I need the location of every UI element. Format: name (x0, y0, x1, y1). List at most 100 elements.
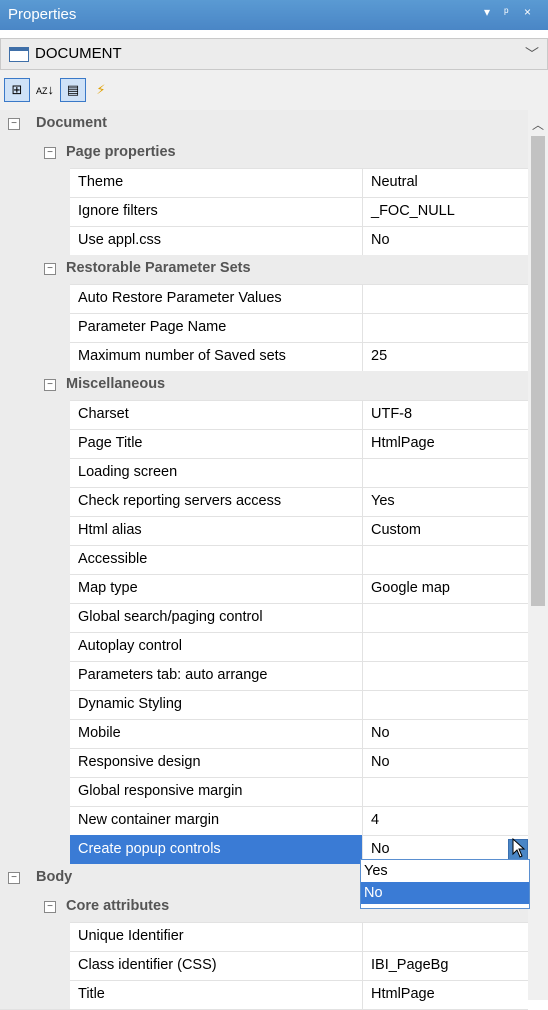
property-name[interactable]: Parameters tab: auto arrange (70, 661, 362, 690)
property-row[interactable]: Parameter Page Name (0, 313, 528, 343)
property-value[interactable]: Neutral (362, 168, 528, 197)
category-row[interactable]: − Document (0, 110, 528, 140)
alphabetical-icon[interactable]: AZ↓ (32, 78, 58, 102)
property-value[interactable]: No (362, 719, 528, 748)
property-name[interactable]: Create popup controls (70, 835, 362, 864)
property-row[interactable]: Global search/paging control (0, 603, 528, 633)
subcategory-row[interactable]: − Restorable Parameter Sets (0, 255, 528, 285)
property-row[interactable]: Dynamic Styling (0, 690, 528, 720)
property-name[interactable]: Class identifier (CSS) (70, 951, 362, 980)
property-row[interactable]: Map type Google map (0, 574, 528, 604)
property-name[interactable]: Dynamic Styling (70, 690, 362, 719)
property-row[interactable]: Accessible (0, 545, 528, 575)
collapse-icon[interactable]: − (44, 901, 56, 913)
property-value[interactable]: HtmlPage (362, 429, 528, 458)
property-row[interactable]: Title HtmlPage (0, 980, 528, 1010)
property-value[interactable]: Custom (362, 516, 528, 545)
close-icon[interactable]: × (524, 5, 531, 19)
property-name[interactable]: Auto Restore Parameter Values (70, 284, 362, 313)
property-name[interactable]: Global search/paging control (70, 603, 362, 632)
property-value[interactable]: IBI_PageBg (362, 951, 528, 980)
property-value[interactable]: 4 (362, 806, 528, 835)
chevron-down-icon[interactable]: ﹀ (525, 44, 539, 64)
property-name[interactable]: Accessible (70, 545, 362, 574)
property-value[interactable] (362, 661, 528, 690)
property-name[interactable]: Page Title (70, 429, 362, 458)
dropdown-option-yes[interactable]: Yes (361, 860, 529, 882)
property-value[interactable]: HtmlPage (362, 980, 528, 1009)
property-row[interactable]: Page Title HtmlPage (0, 429, 528, 459)
property-row[interactable]: New container margin 4 (0, 806, 528, 836)
property-value[interactable]: _FOC_NULL (362, 197, 528, 226)
dropdown-arrow-icon[interactable]: ▾ (484, 5, 490, 19)
property-row[interactable]: Charset UTF-8 (0, 400, 528, 430)
property-row[interactable]: Parameters tab: auto arrange (0, 661, 528, 691)
property-row[interactable]: Ignore filters _FOC_NULL (0, 197, 528, 227)
property-value[interactable]: Yes (362, 487, 528, 516)
property-value[interactable] (362, 690, 528, 719)
properties-page-icon[interactable]: ▤ (60, 78, 86, 102)
property-name[interactable]: Charset (70, 400, 362, 429)
dropdown-option-no[interactable]: No (361, 882, 529, 904)
property-value[interactable]: No (362, 748, 528, 777)
row-gutter (0, 313, 70, 342)
property-name[interactable]: Title (70, 980, 362, 1009)
property-value[interactable] (362, 458, 528, 487)
collapse-icon[interactable]: − (8, 118, 20, 130)
collapse-icon[interactable]: − (44, 379, 56, 391)
property-row[interactable]: Html alias Custom (0, 516, 528, 546)
property-row[interactable]: Class identifier (CSS) IBI_PageBg (0, 951, 528, 981)
collapse-icon[interactable]: − (44, 263, 56, 275)
property-name[interactable]: Unique Identifier (70, 922, 362, 951)
property-name[interactable]: Html alias (70, 516, 362, 545)
property-row[interactable]: Auto Restore Parameter Values (0, 284, 528, 314)
property-value[interactable]: Google map (362, 574, 528, 603)
property-value[interactable]: No (362, 226, 528, 255)
collapse-icon[interactable]: − (44, 147, 56, 159)
property-value[interactable]: UTF-8 (362, 400, 528, 429)
scroll-up-icon[interactable]: ︿ (532, 116, 544, 133)
property-row[interactable]: Mobile No (0, 719, 528, 749)
property-value[interactable] (362, 632, 528, 661)
property-value[interactable] (362, 313, 528, 342)
property-value[interactable] (362, 777, 528, 806)
property-name[interactable]: Maximum number of Saved sets (70, 342, 362, 371)
scrollbar-thumb[interactable] (531, 136, 545, 606)
vertical-scrollbar[interactable]: ︿ (528, 110, 548, 1000)
categorized-icon[interactable]: ⊞ (4, 78, 30, 102)
property-name[interactable]: Autoplay control (70, 632, 362, 661)
property-name[interactable]: Loading screen (70, 458, 362, 487)
property-row[interactable]: Loading screen (0, 458, 528, 488)
property-name[interactable]: Ignore filters (70, 197, 362, 226)
collapse-icon[interactable]: − (8, 872, 20, 884)
property-value[interactable]: 25 (362, 342, 528, 371)
property-name[interactable]: Theme (70, 168, 362, 197)
property-value[interactable] (362, 284, 528, 313)
property-row[interactable]: Maximum number of Saved sets 25 (0, 342, 528, 372)
property-name[interactable]: Global responsive margin (70, 777, 362, 806)
object-selector[interactable]: DOCUMENT ﹀ (0, 38, 548, 70)
value-dropdown-list[interactable]: Yes No (360, 859, 530, 909)
row-gutter (0, 980, 70, 1009)
pin-icon[interactable]: ᵖ (504, 5, 509, 19)
property-row[interactable]: Responsive design No (0, 748, 528, 778)
property-value[interactable] (362, 603, 528, 632)
subcategory-row[interactable]: − Miscellaneous (0, 371, 528, 401)
property-value[interactable] (362, 922, 528, 951)
property-name[interactable]: Responsive design (70, 748, 362, 777)
property-value[interactable] (362, 545, 528, 574)
property-row[interactable]: Use appl.css No (0, 226, 528, 256)
property-row[interactable]: Theme Neutral (0, 168, 528, 198)
property-name[interactable]: New container margin (70, 806, 362, 835)
property-row[interactable]: Unique Identifier (0, 922, 528, 952)
property-name[interactable]: Parameter Page Name (70, 313, 362, 342)
events-icon[interactable]: ⚡ (88, 78, 114, 102)
property-name[interactable]: Mobile (70, 719, 362, 748)
property-row[interactable]: Check reporting servers access Yes (0, 487, 528, 517)
property-name[interactable]: Check reporting servers access (70, 487, 362, 516)
property-row[interactable]: Autoplay control (0, 632, 528, 662)
property-name[interactable]: Use appl.css (70, 226, 362, 255)
property-name[interactable]: Map type (70, 574, 362, 603)
property-row[interactable]: Global responsive margin (0, 777, 528, 807)
subcategory-row[interactable]: − Page properties (0, 139, 528, 169)
